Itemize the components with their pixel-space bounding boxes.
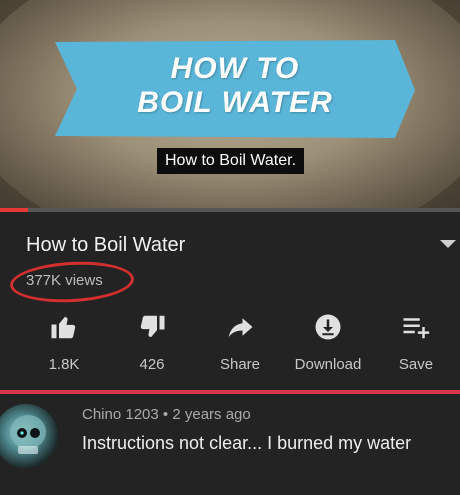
download-label: Download: [294, 356, 362, 373]
like-button[interactable]: 1.8K: [24, 312, 104, 382]
download-icon: [315, 314, 341, 340]
share-label: Share: [219, 356, 261, 373]
banner-line-2: BOIL WATER: [137, 86, 333, 119]
thumbs-up-icon: [51, 317, 76, 339]
thumbs-down-icon: [140, 315, 165, 337]
dislike-count: 426: [139, 356, 165, 373]
chevron-down-icon[interactable]: [440, 240, 456, 248]
save-button[interactable]: Save: [376, 312, 456, 382]
comment-author[interactable]: Chino 1203: [82, 406, 159, 423]
dislike-button[interactable]: 426: [112, 312, 192, 382]
comment-item: Chino 1203 • 2 years ago Instructions no…: [0, 394, 460, 495]
skull-avatar-icon[interactable]: [0, 404, 58, 468]
video-title: How to Boil Water: [26, 234, 186, 256]
view-count: 377K views: [26, 272, 103, 289]
share-icon: [228, 318, 253, 337]
video-player[interactable]: HOW TO BOIL WATER How to Boil Water.: [0, 0, 460, 210]
title-banner: HOW TO BOIL WATER: [55, 40, 415, 140]
share-button[interactable]: Share: [200, 312, 280, 382]
download-button[interactable]: Download: [288, 312, 368, 382]
comment-time: 2 years ago: [172, 406, 251, 423]
comment-meta: Chino 1203 • 2 years ago: [82, 406, 251, 423]
video-details: How to Boil Water 377K views 1.8K 426 Sh…: [0, 212, 460, 382]
save-label: Save: [398, 356, 434, 373]
meta-separator: •: [162, 406, 169, 423]
skull-image: [10, 415, 46, 454]
comment-text: Instructions not clear... I burned my wa…: [82, 433, 412, 453]
save-playlist-icon: [403, 318, 430, 339]
like-count: 1.8K: [48, 356, 80, 373]
banner-text: HOW TO BOIL WATER: [55, 52, 415, 120]
banner-line-1: HOW TO: [170, 52, 300, 85]
closed-caption: How to Boil Water.: [157, 148, 305, 174]
